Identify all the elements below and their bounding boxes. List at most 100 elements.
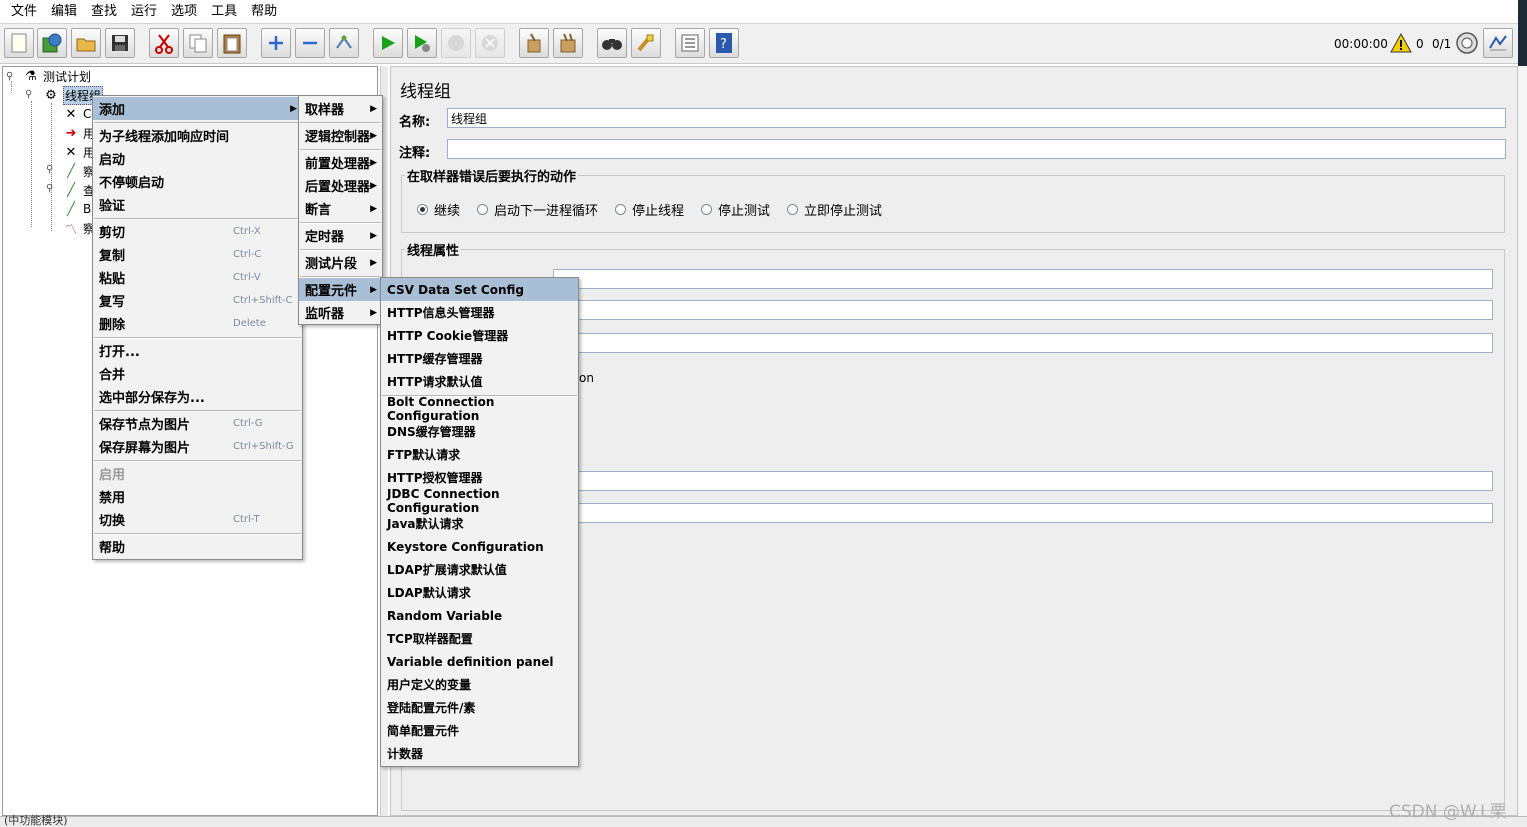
radio-continue[interactable]: 继续: [417, 200, 460, 219]
submenu-item-sampler[interactable]: 取样器 ▶: [299, 97, 382, 120]
collapse-icon[interactable]: [295, 28, 325, 58]
config-item-http-cookie-manager[interactable]: HTTP Cookie管理器: [381, 324, 578, 347]
menu-item-add[interactable]: 添加 ▶: [93, 97, 302, 120]
submenu-item-timer[interactable]: 定时器 ▶: [299, 224, 382, 247]
start-no-pause-icon[interactable]: [407, 28, 437, 58]
comment-field[interactable]: [447, 139, 1506, 159]
menu-item-disable[interactable]: 禁用: [93, 485, 302, 508]
menu-item-start[interactable]: 启动: [93, 147, 302, 170]
menu-help[interactable]: 帮助: [244, 0, 284, 24]
menu-item-save-selection[interactable]: 选中部分保存为...: [93, 385, 302, 408]
help-icon[interactable]: ?: [709, 28, 739, 58]
new-icon[interactable]: [4, 28, 34, 58]
remote-icon[interactable]: [1455, 31, 1479, 59]
menu-item-toggle[interactable]: 切换 Ctrl-T: [93, 508, 302, 531]
cut-icon[interactable]: [149, 28, 179, 58]
tree-node-child[interactable]: ✕ C: [63, 105, 92, 123]
clear-icon[interactable]: [519, 28, 549, 58]
tree-node-child[interactable]: ✕ 用: [63, 143, 95, 161]
tree-node-child[interactable]: 〽察: [63, 219, 95, 238]
menu-item-help[interactable]: 帮助: [93, 535, 302, 558]
open-icon[interactable]: [71, 28, 101, 58]
name-field[interactable]: [447, 108, 1506, 128]
stop-icon[interactable]: [441, 28, 471, 58]
menu-item-merge[interactable]: 合并: [93, 362, 302, 385]
config-item-http-request-defaults[interactable]: HTTP请求默认值: [381, 370, 578, 393]
radio-stop-thread[interactable]: 停止线程: [615, 200, 684, 219]
menu-item-start-no-pause[interactable]: 不停顿启动: [93, 170, 302, 193]
tree-expander[interactable]: ⚲: [25, 89, 32, 100]
submenu-item-assertion[interactable]: 断言 ▶: [299, 197, 382, 220]
menu-item-add-think-time[interactable]: 为子线程添加响应时间: [93, 124, 302, 147]
menu-item-paste[interactable]: 粘贴 Ctrl-V: [93, 266, 302, 289]
radio-stop-test-now[interactable]: 立即停止测试: [787, 200, 882, 219]
menu-item-duplicate[interactable]: 复写 Ctrl+Shift-C: [93, 289, 302, 312]
menu-tools[interactable]: 工具: [204, 0, 244, 24]
config-item-ldap-ext-defaults[interactable]: LDAP扩展请求默认值: [381, 558, 578, 581]
config-item-http-header-manager[interactable]: HTTP信息头管理器: [381, 301, 578, 324]
menu-run[interactable]: 运行: [124, 0, 164, 24]
config-item-login-config[interactable]: 登陆配置元件/素: [381, 696, 578, 719]
config-item-java-defaults[interactable]: Java默认请求: [381, 512, 578, 535]
copy-icon[interactable]: [183, 28, 213, 58]
config-item-variable-definition-panel[interactable]: Variable definition panel: [381, 650, 578, 673]
menu-item-cut[interactable]: 剪切 Ctrl-X: [93, 220, 302, 243]
paste-icon[interactable]: [217, 28, 247, 58]
menu-item-validate[interactable]: 验证: [93, 193, 302, 216]
config-item-keystore[interactable]: Keystore Configuration: [381, 535, 578, 558]
menu-item-save-node-image[interactable]: 保存节点为图片 Ctrl-G: [93, 412, 302, 435]
submenu-item-logic-controller[interactable]: 逻辑控制器 ▶: [299, 124, 382, 147]
config-item-counter[interactable]: 计数器: [381, 742, 578, 765]
config-item-tcp-sampler-config[interactable]: TCP取样器配置: [381, 627, 578, 650]
expand-icon[interactable]: [261, 28, 291, 58]
ramp-up-field[interactable]: [553, 300, 1493, 320]
reset-search-icon[interactable]: [631, 28, 661, 58]
toggle-icon[interactable]: [329, 28, 359, 58]
clear-all-icon[interactable]: [553, 28, 583, 58]
config-item-ftp-defaults[interactable]: FTP默认请求: [381, 443, 578, 466]
submenu-item-config-element[interactable]: 配置元件 ▶: [299, 278, 382, 301]
tree-expander[interactable]: ⚲: [46, 183, 53, 194]
config-item-user-defined-variables[interactable]: 用户定义的变量: [381, 673, 578, 696]
thread-count-field[interactable]: [553, 269, 1493, 289]
config-item-dns-cache-manager[interactable]: DNS缓存管理器: [381, 420, 578, 443]
menu-edit[interactable]: 编辑: [44, 0, 84, 24]
duration-field[interactable]: [553, 471, 1493, 491]
language-icon[interactable]: [1483, 28, 1513, 58]
tree-node-child[interactable]: ➜ 用: [63, 124, 95, 142]
tree-expander[interactable]: ⚲: [6, 71, 13, 82]
menu-item-delete[interactable]: 删除 Delete: [93, 312, 302, 335]
menu-item-enable[interactable]: 启用: [93, 462, 302, 485]
config-item-bolt-connection[interactable]: Bolt Connection Configuration: [381, 395, 578, 423]
tree-node-test-plan[interactable]: ⚗ 测试计划: [23, 67, 91, 85]
tree-expander[interactable]: ⚲: [46, 164, 53, 175]
submenu-item-listener[interactable]: 监听器 ▶: [299, 301, 382, 324]
tree-node-child[interactable]: ╱ 查: [63, 181, 95, 199]
radio-start-next-loop[interactable]: 启动下一进程循环: [477, 200, 598, 219]
loop-count-field[interactable]: [553, 333, 1493, 353]
templates-icon[interactable]: [37, 28, 67, 58]
config-item-simple-config[interactable]: 简单配置元件: [381, 719, 578, 742]
menu-options[interactable]: 选项: [164, 0, 204, 24]
config-item-jdbc-connection[interactable]: JDBC Connection Configuration: [381, 487, 578, 515]
menu-item-open[interactable]: 打开...: [93, 339, 302, 362]
tree-node-child[interactable]: ╱ 察: [63, 162, 95, 180]
config-item-csv-data-set[interactable]: CSV Data Set Config: [381, 278, 578, 301]
config-item-ldap-defaults[interactable]: LDAP默认请求: [381, 581, 578, 604]
save-icon[interactable]: [105, 28, 135, 58]
menu-item-copy[interactable]: 复制 Ctrl-C: [93, 243, 302, 266]
menu-search[interactable]: 查找: [84, 0, 124, 24]
search-icon[interactable]: [597, 28, 627, 58]
submenu-item-preprocessor[interactable]: 前置处理器 ▶: [299, 151, 382, 174]
tree-node-child[interactable]: ╱ B: [63, 200, 91, 218]
warning-icon[interactable]: [1390, 32, 1412, 57]
submenu-item-postprocessor[interactable]: 后置处理器 ▶: [299, 174, 382, 197]
radio-stop-test[interactable]: 停止测试: [701, 200, 770, 219]
submenu-item-test-fragment[interactable]: 测试片段 ▶: [299, 251, 382, 274]
config-item-random-variable[interactable]: Random Variable: [381, 604, 578, 627]
menu-item-save-screen-image[interactable]: 保存屏幕为图片 Ctrl+Shift-G: [93, 435, 302, 458]
function-helper-icon[interactable]: [675, 28, 705, 58]
start-icon[interactable]: [373, 28, 403, 58]
config-item-http-cache-manager[interactable]: HTTP缓存管理器: [381, 347, 578, 370]
startup-delay-field[interactable]: [553, 503, 1493, 523]
